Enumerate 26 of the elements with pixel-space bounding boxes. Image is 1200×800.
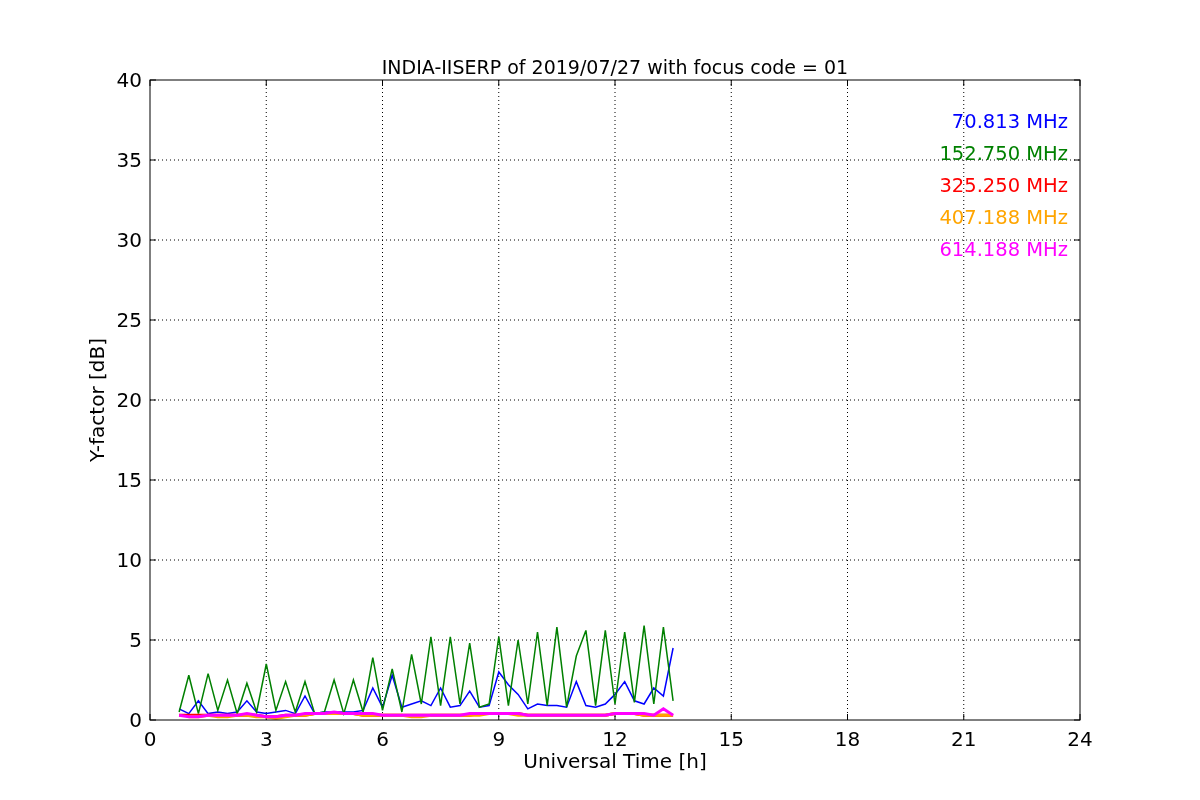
x-axis-label: Universal Time [h] [523, 749, 707, 773]
legend-label: 407.188 MHz [939, 206, 1068, 229]
x-tick-label: 0 [143, 727, 157, 751]
y-tick-label: 25 [116, 308, 142, 332]
x-tick-label: 18 [834, 727, 861, 751]
x-tick-label: 9 [492, 727, 506, 751]
y-tick-label: 35 [116, 148, 142, 172]
y-axis-label: Y-factor [dB] [85, 338, 109, 462]
y-tick-label: 40 [116, 68, 142, 92]
y-tick-label: 15 [116, 468, 142, 492]
y-tick-label: 5 [129, 628, 142, 652]
legend-label: 614.188 MHz [939, 238, 1068, 261]
x-tick-label: 21 [951, 727, 977, 751]
x-tick-label: 24 [1067, 727, 1093, 751]
legend-label: 325.250 MHz [939, 174, 1068, 197]
legend-label: 152.750 MHz [939, 142, 1068, 165]
x-tick-label: 15 [718, 727, 744, 751]
chart-title: INDIA-IISERP of 2019/07/27 with focus code = 01 [381, 56, 849, 78]
y-tick-label: 30 [116, 228, 142, 252]
x-tick-label: 6 [376, 727, 389, 751]
y-tick-label: 20 [116, 388, 142, 412]
x-tick-label: 12 [602, 727, 628, 751]
legend-label: 70.813 MHz [951, 110, 1068, 133]
y-tick-label: 10 [116, 548, 142, 572]
y-tick-label: 0 [129, 708, 142, 732]
x-tick-label: 3 [259, 727, 273, 751]
